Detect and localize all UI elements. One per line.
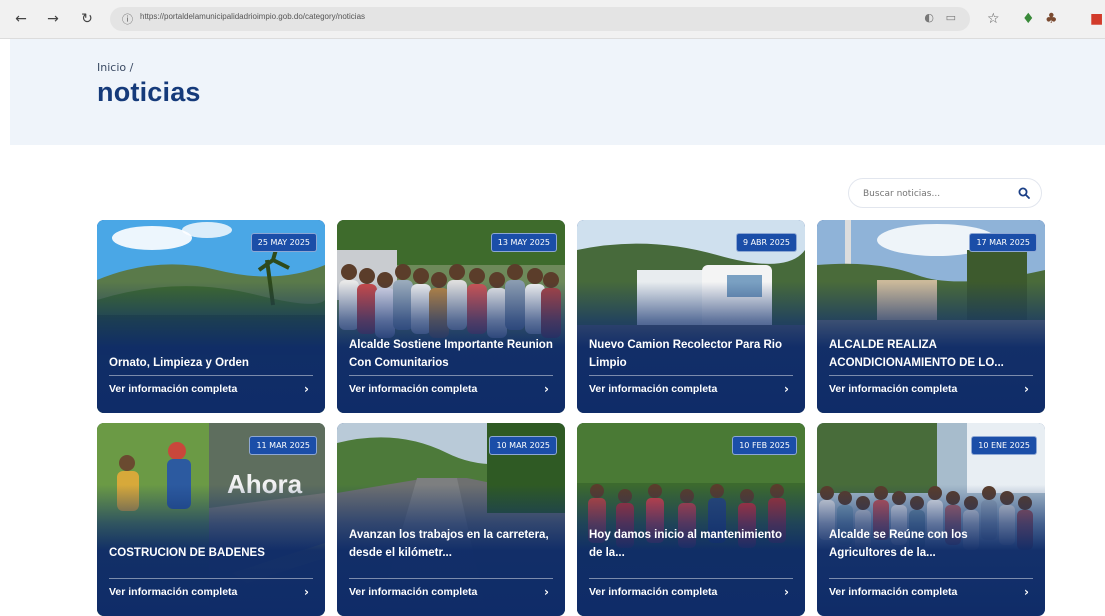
browser-toolbar: ← → ↻ ⓘ https://portaldelamunicipalidadr… xyxy=(0,0,1105,39)
chevron-right-icon[interactable]: › xyxy=(544,585,549,599)
read-more-link[interactable]: Ver información completa xyxy=(589,586,717,598)
chevron-right-icon[interactable]: › xyxy=(784,382,789,396)
read-more-link[interactable]: Ver información completa xyxy=(109,383,237,395)
news-card-title[interactable]: Ornato, Limpieza y Orden xyxy=(109,328,313,372)
read-more-link[interactable]: Ver información completa xyxy=(349,383,477,395)
news-card[interactable]: 25 MAY 2025 Ornato, Limpieza y Orden Ver… xyxy=(97,220,325,413)
read-more-link[interactable]: Ver información completa xyxy=(829,586,957,598)
news-card-title-text[interactable]: Avanzan los trabajos en la carretera, de… xyxy=(349,526,553,562)
search-icon[interactable] xyxy=(1017,186,1031,200)
search-input[interactable] xyxy=(861,185,1015,203)
date-badge: 17 MAR 2025 xyxy=(969,233,1037,252)
card-divider xyxy=(589,578,793,579)
chevron-right-icon[interactable]: › xyxy=(1024,585,1029,599)
bookmark-star-icon[interactable]: ☆ xyxy=(987,10,1000,28)
chevron-right-icon[interactable]: › xyxy=(784,585,789,599)
reader-icon[interactable]: ▭ xyxy=(946,11,956,24)
read-more-link[interactable]: Ver información completa xyxy=(829,383,957,395)
card-divider xyxy=(589,375,793,376)
chevron-right-icon[interactable]: › xyxy=(1024,382,1029,396)
date-badge: 10 FEB 2025 xyxy=(732,436,797,455)
chevron-right-icon[interactable]: › xyxy=(304,382,309,396)
date-badge: 25 MAY 2025 xyxy=(250,233,317,252)
date-badge: 9 ABR 2025 xyxy=(735,233,797,252)
news-card[interactable]: 10 FEB 2025 Hoy damos inicio al mantenim… xyxy=(577,423,805,616)
news-card-title-text[interactable]: Hoy damos inicio al mantenimiento de la.… xyxy=(589,526,793,562)
forward-arrow-icon[interactable]: → xyxy=(44,10,62,28)
read-more-link[interactable]: Ver información completa xyxy=(589,383,717,395)
date-badge: 11 MAR 2025 xyxy=(249,436,317,455)
news-search-box xyxy=(848,178,1042,208)
page-header: Inicio / noticias xyxy=(10,39,1105,145)
news-card-title[interactable]: Nuevo Camion Recolector Para Rio Limpio xyxy=(589,328,793,372)
translate-icon[interactable]: ◐ xyxy=(924,11,934,24)
chevron-right-icon[interactable]: › xyxy=(544,382,549,396)
back-arrow-icon[interactable]: ← xyxy=(12,10,30,28)
breadcrumb[interactable]: Inicio / xyxy=(97,61,133,74)
card-divider xyxy=(829,375,1033,376)
address-url[interactable]: https://portaldelamunicipalidadrioimpio.… xyxy=(140,12,365,21)
news-card[interactable]: 13 MAY 2025 Alcalde Sostiene Importante … xyxy=(337,220,565,413)
card-divider xyxy=(109,375,313,376)
news-card-title[interactable]: Alcalde se Reúne con los Agricultores de… xyxy=(829,518,1033,562)
news-card-title[interactable]: Avanzan los trabajos en la carretera, de… xyxy=(349,518,553,562)
news-card[interactable]: Ahora 11 MAR 2025 COSTRUCION DE BADENES … xyxy=(97,423,325,616)
read-more-link[interactable]: Ver información completa xyxy=(349,586,477,598)
reload-icon[interactable]: ↻ xyxy=(78,10,96,28)
extension-icon[interactable]: ♦ xyxy=(1022,10,1035,28)
card-divider xyxy=(109,578,313,579)
extension-icon[interactable]: ♣ xyxy=(1045,10,1058,28)
card-divider xyxy=(349,578,553,579)
date-badge: 10 MAR 2025 xyxy=(489,436,557,455)
news-card-title-text[interactable]: Alcalde Sostiene Importante Reunion Con … xyxy=(349,336,553,372)
news-card-title-text[interactable]: ALCALDE REALIZA ACONDICIONAMIENTO DE LO.… xyxy=(829,336,1033,372)
extension-icon[interactable]: ■ xyxy=(1090,10,1103,28)
news-card-title-text[interactable]: Alcalde se Reúne con los Agricultores de… xyxy=(829,526,1033,562)
news-card[interactable]: 9 ABR 2025 Nuevo Camion Recolector Para … xyxy=(577,220,805,413)
date-badge: 10 ENE 2025 xyxy=(971,436,1037,455)
news-card-title-text[interactable]: Ornato, Limpieza y Orden xyxy=(109,354,249,372)
news-card-title[interactable]: Alcalde Sostiene Importante Reunion Con … xyxy=(349,328,553,372)
news-card[interactable]: 10 ENE 2025 Alcalde se Reúne con los Agr… xyxy=(817,423,1045,616)
chevron-right-icon[interactable]: › xyxy=(304,585,309,599)
news-card[interactable]: 10 MAR 2025 Avanzan los trabajos en la c… xyxy=(337,423,565,616)
news-card-title-text[interactable]: Nuevo Camion Recolector Para Rio Limpio xyxy=(589,336,793,372)
site-info-icon[interactable]: ⓘ xyxy=(122,11,133,27)
card-divider xyxy=(829,578,1033,579)
news-card-title[interactable]: ALCALDE REALIZA ACONDICIONAMIENTO DE LO.… xyxy=(829,328,1033,372)
page-title: noticias xyxy=(97,77,201,107)
card-divider xyxy=(349,375,553,376)
date-badge: 13 MAY 2025 xyxy=(490,233,557,252)
read-more-link[interactable]: Ver información completa xyxy=(109,586,237,598)
news-card-title-text[interactable]: COSTRUCION DE BADENES xyxy=(109,544,265,562)
news-card[interactable]: 17 MAR 2025 ALCALDE REALIZA ACONDICIONAM… xyxy=(817,220,1045,413)
address-bar[interactable]: ⓘ https://portaldelamunicipalidadrioimpi… xyxy=(110,7,970,31)
news-card-title[interactable]: COSTRUCION DE BADENES xyxy=(109,518,313,562)
news-card-title[interactable]: Hoy damos inicio al mantenimiento de la.… xyxy=(589,518,793,562)
